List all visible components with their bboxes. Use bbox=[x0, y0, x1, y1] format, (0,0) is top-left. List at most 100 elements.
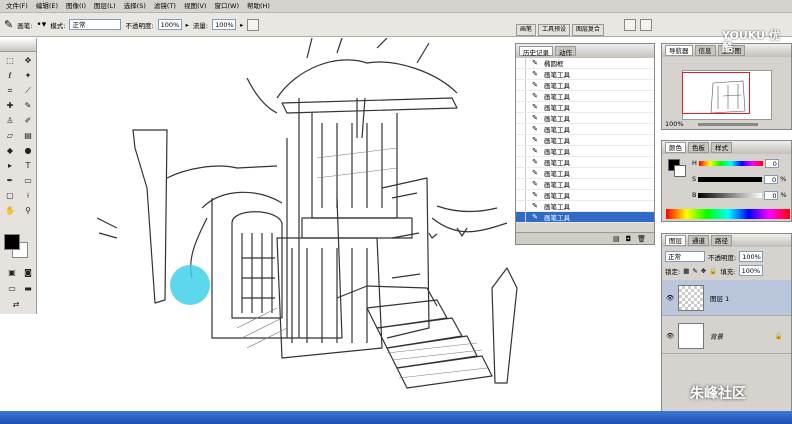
well-tab-brushes[interactable]: 画笔 bbox=[516, 24, 537, 36]
history-checkbox[interactable] bbox=[516, 179, 526, 189]
eye-icon[interactable]: 👁 bbox=[666, 294, 674, 302]
history-item[interactable]: ✎ 画笔工具 bbox=[516, 69, 654, 80]
blur-tool-icon[interactable]: ◆ bbox=[2, 144, 18, 158]
history-checkbox[interactable] bbox=[516, 146, 526, 156]
type-tool-icon[interactable]: T bbox=[20, 159, 36, 173]
history-checkbox[interactable] bbox=[516, 102, 526, 112]
foreground-color-swatch[interactable] bbox=[4, 234, 20, 250]
airbrush-icon[interactable] bbox=[247, 18, 260, 31]
quickmask-on-icon[interactable]: ◙ bbox=[20, 266, 36, 280]
color-bg-swatch[interactable] bbox=[674, 165, 686, 177]
history-item[interactable]: ✎ 椭圆框 bbox=[516, 58, 654, 69]
well-tab-tool-presets[interactable]: 工具预设 bbox=[538, 24, 571, 36]
slice-tool-icon[interactable]: ⟋ bbox=[20, 84, 36, 98]
clone-stamp-icon[interactable]: ♙ bbox=[2, 114, 18, 128]
brush-tool-icon[interactable]: ✎ bbox=[4, 18, 13, 31]
blend-mode-select[interactable]: 正常 bbox=[665, 251, 705, 262]
history-checkbox[interactable] bbox=[516, 190, 526, 200]
history-item[interactable]: ✎ 画笔工具 bbox=[516, 80, 654, 91]
hand-tool-icon[interactable]: ✋ bbox=[2, 204, 18, 218]
tab-actions[interactable]: 动作 bbox=[555, 46, 576, 57]
notes-tool-icon[interactable]: ▢ bbox=[2, 189, 18, 203]
lock-move-icon[interactable]: ✥ bbox=[701, 267, 706, 275]
channel-h-input[interactable]: 0 bbox=[764, 158, 779, 168]
history-item[interactable]: ✎ 画笔工具 bbox=[516, 201, 654, 212]
lasso-tool-icon[interactable]: ℓ bbox=[2, 69, 18, 83]
menu-window[interactable]: 窗口(W) bbox=[210, 0, 243, 13]
eraser-tool-icon[interactable]: ▱ bbox=[2, 129, 18, 143]
well-tab-layer-comps[interactable]: 图层复合 bbox=[572, 24, 605, 36]
menu-image[interactable]: 图像(I) bbox=[62, 0, 90, 13]
layer-row[interactable]: 👁 图层 1 bbox=[662, 280, 791, 316]
channel-s-slider[interactable] bbox=[698, 176, 763, 182]
history-checkbox[interactable] bbox=[516, 135, 526, 145]
menu-layer[interactable]: 图层(L) bbox=[90, 0, 120, 13]
color-spectrum-bar[interactable] bbox=[666, 209, 790, 219]
lock-transparency-icon[interactable]: ▦ bbox=[683, 267, 689, 275]
history-checkbox[interactable] bbox=[516, 58, 526, 68]
menu-edit[interactable]: 编辑(E) bbox=[32, 0, 62, 13]
shape-tool-icon[interactable]: ▭ bbox=[20, 174, 36, 188]
dodge-tool-icon[interactable]: ● bbox=[20, 144, 36, 158]
tab-channels[interactable]: 通道 bbox=[688, 235, 709, 246]
eyedropper-icon[interactable]: ⟊ bbox=[20, 189, 36, 203]
history-checkbox[interactable] bbox=[516, 201, 526, 211]
tab-navigator[interactable]: 导航器 bbox=[665, 45, 693, 56]
tab-color[interactable]: 颜色 bbox=[665, 142, 686, 153]
fullscreen-mode-icon[interactable]: ▬ bbox=[20, 282, 36, 296]
history-checkbox[interactable] bbox=[516, 80, 526, 90]
screen-mode-icon[interactable]: ▭ bbox=[4, 282, 20, 296]
menu-select[interactable]: 选择(S) bbox=[120, 0, 150, 13]
tab-swatches[interactable]: 色板 bbox=[688, 142, 709, 153]
history-item[interactable]: ✎ 画笔工具 bbox=[516, 212, 654, 223]
layer-name[interactable]: 图层 1 bbox=[710, 293, 729, 303]
path-select-icon[interactable]: ▸ bbox=[2, 159, 18, 173]
tab-styles[interactable]: 样式 bbox=[711, 142, 732, 153]
menu-file[interactable]: 文件(F) bbox=[2, 0, 32, 13]
tab-info[interactable]: 信息 bbox=[694, 45, 716, 56]
eye-icon[interactable]: 👁 bbox=[666, 332, 674, 340]
brush-tool-icon[interactable]: ✎ bbox=[20, 99, 36, 113]
flow-arrow-icon[interactable]: ▸ bbox=[240, 21, 243, 29]
opacity-input[interactable]: 100% bbox=[157, 19, 182, 30]
history-item[interactable]: ✎ 画笔工具 bbox=[516, 179, 654, 190]
healing-brush-icon[interactable]: ✚ bbox=[2, 99, 18, 113]
history-item[interactable]: ✎ 画笔工具 bbox=[516, 135, 654, 146]
menu-view[interactable]: 视图(V) bbox=[180, 0, 211, 13]
history-item[interactable]: ✎ 画笔工具 bbox=[516, 91, 654, 102]
history-checkbox[interactable] bbox=[516, 168, 526, 178]
zoom-slider[interactable] bbox=[697, 122, 758, 126]
opacity-arrow-icon[interactable]: ▸ bbox=[186, 21, 189, 29]
history-item[interactable]: ✎ 画笔工具 bbox=[516, 190, 654, 201]
trash-icon[interactable]: 🗑 bbox=[637, 233, 646, 244]
layer-row-background[interactable]: 👁 背景 🔒 bbox=[662, 318, 791, 354]
navigator-view-box[interactable] bbox=[682, 72, 750, 114]
layer-opacity-input[interactable]: 100% bbox=[739, 251, 764, 262]
tab-layers[interactable]: 图层 bbox=[665, 235, 686, 246]
channel-b-input[interactable]: 0 bbox=[764, 190, 779, 200]
history-item[interactable]: ✎ 画笔工具 bbox=[516, 157, 654, 168]
tab-paths[interactable]: 路径 bbox=[711, 235, 732, 246]
pen-tool-icon[interactable]: ✒ bbox=[2, 174, 18, 188]
history-checkbox[interactable] bbox=[516, 212, 526, 222]
layer-name-background[interactable]: 背景 bbox=[710, 331, 723, 341]
zoom-tool-icon[interactable]: ⚲ bbox=[20, 204, 36, 218]
channel-h-slider[interactable] bbox=[698, 160, 763, 166]
history-item[interactable]: ✎ 画笔工具 bbox=[516, 113, 654, 124]
new-document-icon[interactable]: ▤ bbox=[613, 233, 620, 244]
history-brush-icon[interactable]: ✐ bbox=[20, 114, 36, 128]
fill-input[interactable]: 100% bbox=[738, 265, 763, 276]
history-item[interactable]: ✎ 画笔工具 bbox=[516, 168, 654, 179]
tab-history[interactable]: 历史记录 bbox=[519, 46, 553, 57]
mode-select[interactable]: 正常 bbox=[69, 19, 122, 30]
history-item[interactable]: ✎ 画笔工具 bbox=[516, 124, 654, 135]
lock-paint-icon[interactable]: ✎ bbox=[692, 267, 697, 275]
history-item[interactable]: ✎ 画笔工具 bbox=[516, 102, 654, 113]
lock-all-icon[interactable]: 🔒 bbox=[709, 267, 717, 275]
menu-help[interactable]: 帮助(H) bbox=[243, 0, 274, 13]
menu-filter[interactable]: 滤镜(T) bbox=[150, 0, 180, 13]
brush-preset-picker[interactable]: •▾ bbox=[36, 20, 46, 30]
navigator-zoom-value[interactable]: 100% bbox=[665, 120, 684, 128]
imageready-icon[interactable]: ⇄ bbox=[8, 298, 24, 312]
magic-wand-icon[interactable]: ✦ bbox=[20, 69, 36, 83]
